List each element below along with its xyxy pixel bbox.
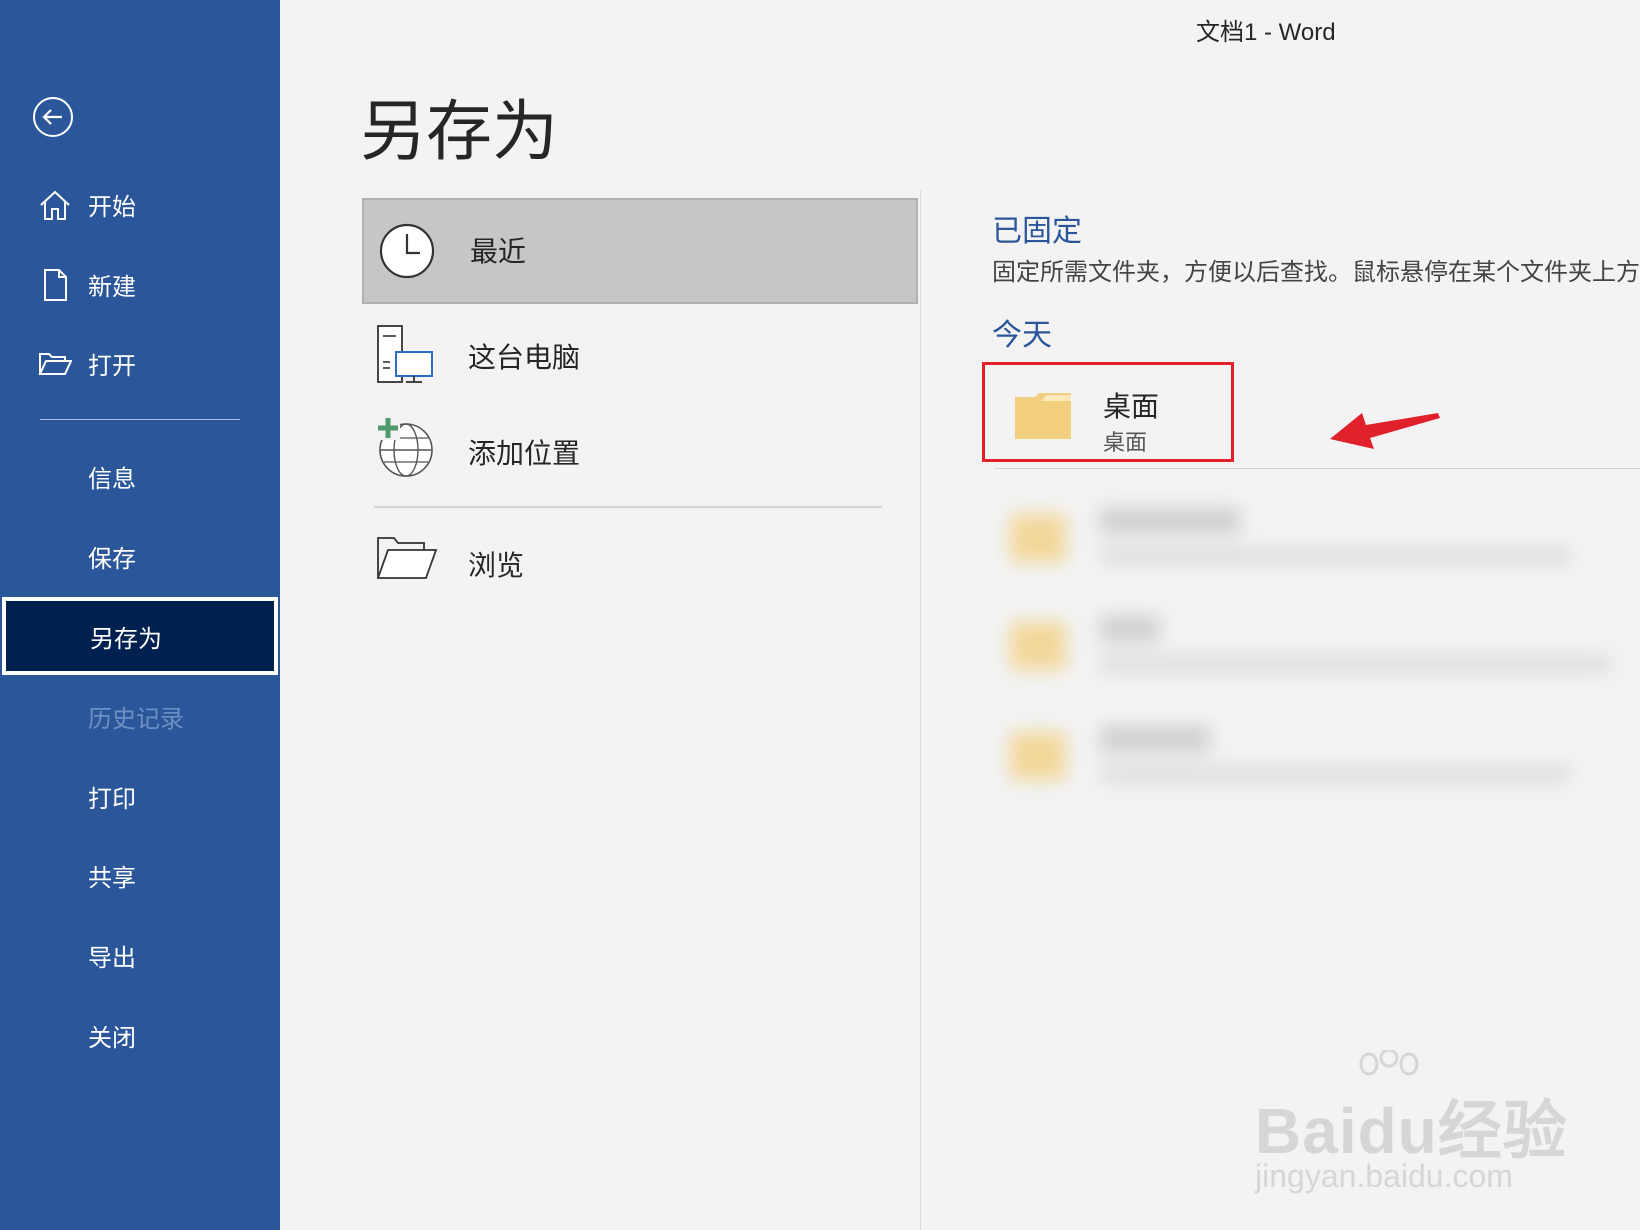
location-recent-label: 最近 xyxy=(470,235,527,268)
panel-divider xyxy=(920,190,921,1230)
nav-save[interactable]: 保存 xyxy=(0,526,280,586)
home-icon xyxy=(40,190,70,220)
nav-share[interactable]: 共享 xyxy=(0,845,280,905)
nav-save-as[interactable]: 另存为 xyxy=(2,597,278,675)
nav-info[interactable]: 信息 xyxy=(0,446,280,506)
blurred-folder-row xyxy=(1000,710,1620,800)
add-globe-icon xyxy=(376,416,433,477)
pinned-description: 固定所需文件夹，方便以后查找。鼠标悬停在某个文件夹上方 xyxy=(992,258,1640,286)
blurred-folder-row xyxy=(1000,492,1620,582)
open-folder-icon xyxy=(38,353,72,375)
location-recent[interactable]: 最近 xyxy=(362,198,918,304)
folder-divider xyxy=(995,468,1640,469)
location-browse[interactable]: 浏览 xyxy=(362,522,918,602)
nav-export-label: 导出 xyxy=(88,943,136,972)
location-browse-label: 浏览 xyxy=(468,549,525,582)
location-this-pc[interactable]: 这台电脑 xyxy=(362,314,918,394)
nav-print[interactable]: 打印 xyxy=(0,766,280,826)
nav-home-label: 开始 xyxy=(88,192,136,221)
folder-path: 桌面 xyxy=(1103,431,1148,456)
baidu-watermark: Baidu经验 jingyan.baidu.com xyxy=(1255,1050,1568,1194)
nav-new[interactable]: 新建 xyxy=(0,254,280,314)
nav-info-label: 信息 xyxy=(88,464,136,493)
nav-new-label: 新建 xyxy=(88,272,136,301)
location-this-pc-label: 这台电脑 xyxy=(468,341,581,374)
today-heading: 今天 xyxy=(992,318,1052,353)
nav-history-label: 历史记录 xyxy=(88,704,184,733)
clock-icon xyxy=(379,223,435,279)
blurred-folder-row xyxy=(1000,600,1620,690)
location-divider xyxy=(374,506,882,508)
nav-open-label: 打开 xyxy=(88,351,136,380)
nav-print-label: 打印 xyxy=(88,784,136,813)
nav-share-label: 共享 xyxy=(88,863,136,892)
nav-save-label: 保存 xyxy=(88,544,136,573)
nav-close-label: 关闭 xyxy=(88,1023,136,1052)
location-add-place-label: 添加位置 xyxy=(468,437,581,470)
page-title: 另存为 xyxy=(360,93,558,170)
nav-home[interactable]: 开始 xyxy=(0,174,280,234)
nav-history: 历史记录 xyxy=(0,686,280,746)
folder-icon xyxy=(1015,393,1071,439)
annotation-arrow-icon xyxy=(1330,413,1440,449)
sidebar-divider xyxy=(40,419,240,420)
folder-name: 桌面 xyxy=(1103,390,1160,423)
paw-logo-icon xyxy=(1359,1050,1419,1076)
backstage-sidebar: 开始 新建 打开 信息 保存 另存为 历史记录 打印 共享 导出 关闭 xyxy=(0,0,280,1230)
nav-export[interactable]: 导出 xyxy=(0,925,280,985)
arrow-left-circle-icon xyxy=(42,109,62,125)
nav-save-as-label: 另存为 xyxy=(90,624,162,653)
window-title: 文档1 - Word xyxy=(1196,19,1336,46)
back-button[interactable] xyxy=(33,97,73,137)
new-document-icon xyxy=(44,269,67,301)
recent-folder-desktop[interactable]: 桌面 桌面 xyxy=(982,362,1234,462)
folder-open-icon xyxy=(376,537,438,579)
nav-close[interactable]: 关闭 xyxy=(0,1005,280,1065)
pinned-heading: 已固定 xyxy=(992,214,1082,249)
watermark-url: jingyan.baidu.com xyxy=(1255,1158,1513,1194)
nav-open[interactable]: 打开 xyxy=(0,333,280,393)
computer-icon xyxy=(377,325,433,383)
location-add-place[interactable]: 添加位置 xyxy=(362,410,918,490)
